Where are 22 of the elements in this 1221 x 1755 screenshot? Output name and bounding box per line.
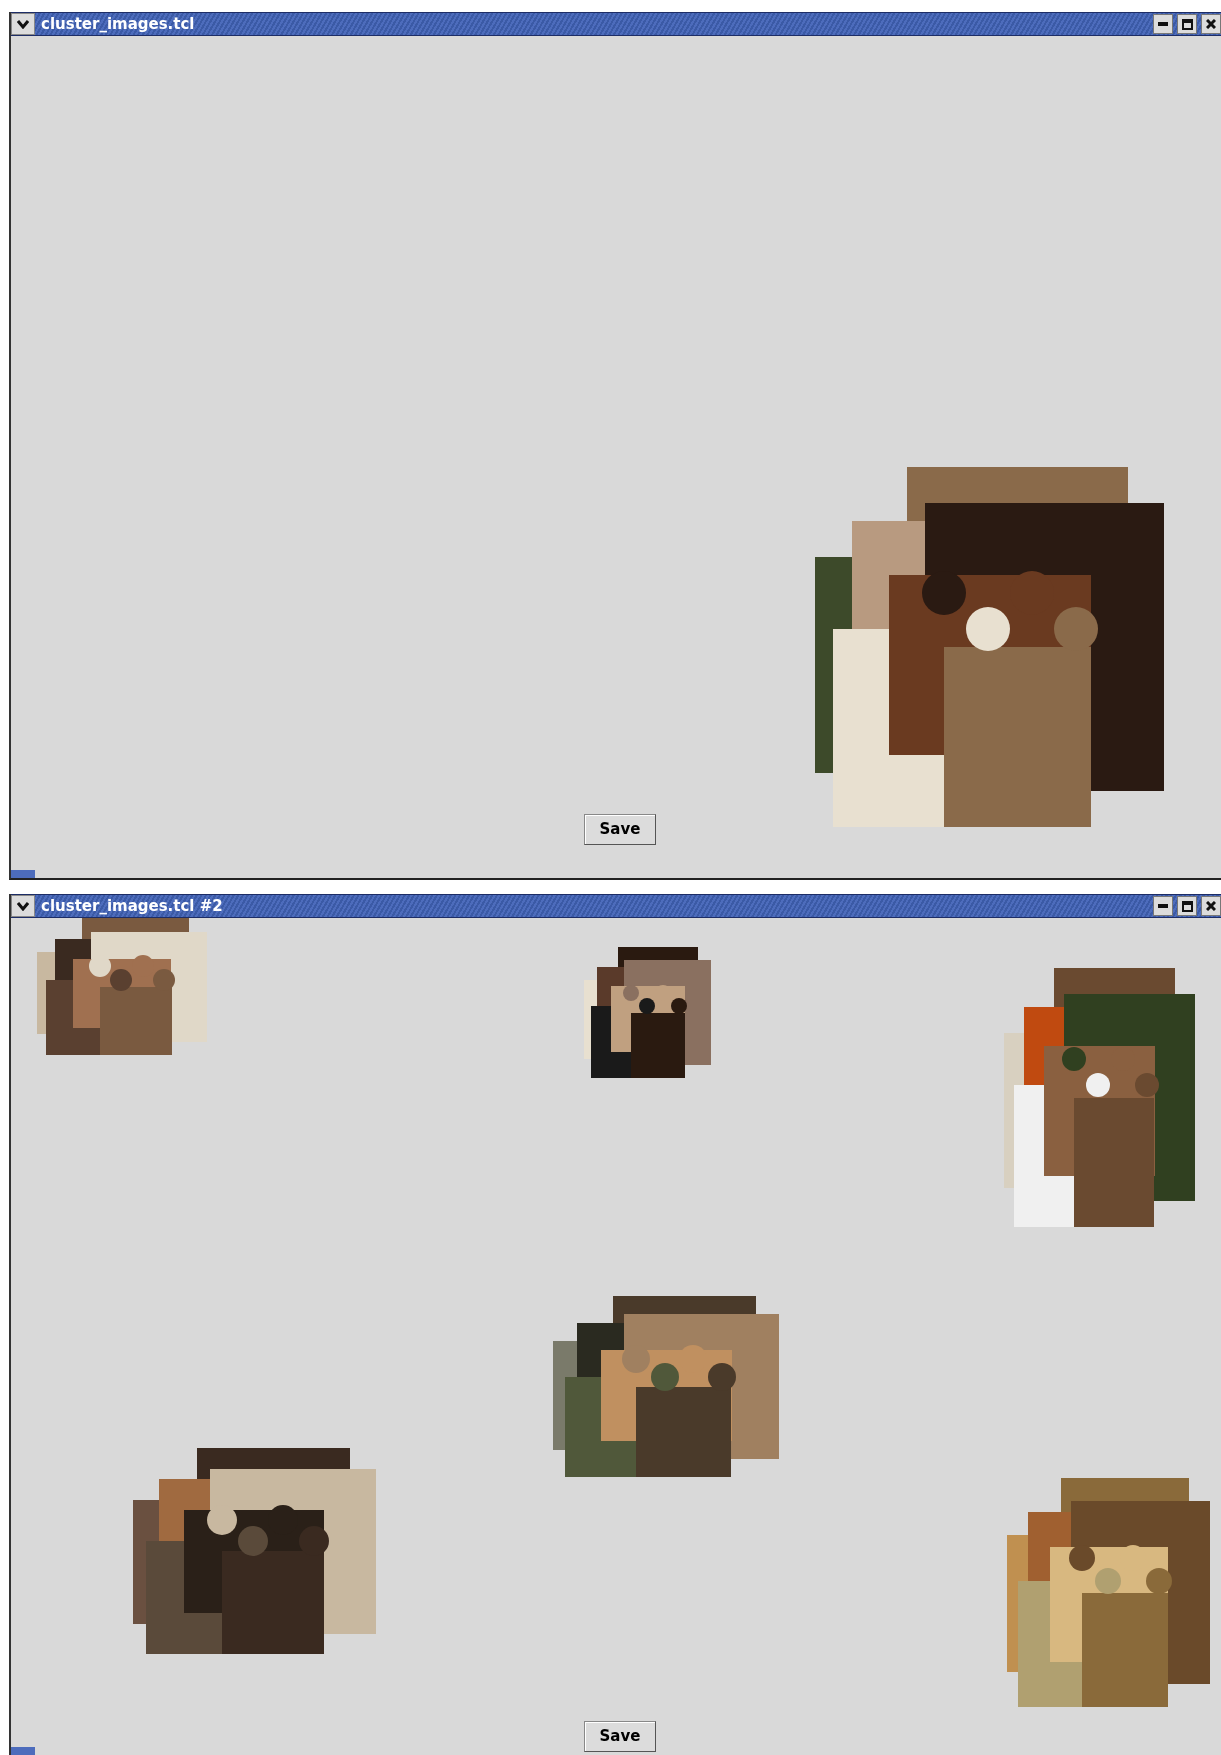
window-menu-button[interactable] <box>11 895 35 917</box>
window-title: cluster_images.tcl #2 <box>41 895 224 917</box>
save-button[interactable]: Save <box>584 1721 656 1752</box>
maximize-icon <box>1181 18 1193 30</box>
maximize-icon <box>1181 900 1193 912</box>
minimize-button[interactable] <box>1153 896 1173 916</box>
minimize-icon <box>1158 904 1168 908</box>
window-title: cluster_images.tcl <box>41 13 196 35</box>
menu-icon <box>17 901 29 911</box>
resize-grip[interactable] <box>11 1747 35 1755</box>
minimize-icon <box>1158 22 1168 26</box>
minimize-button[interactable] <box>1153 14 1173 34</box>
menu-icon <box>17 19 29 29</box>
maximize-button[interactable] <box>1177 14 1197 34</box>
window-menu-button[interactable] <box>11 13 35 35</box>
resize-grip[interactable] <box>11 870 35 878</box>
close-icon <box>1206 901 1216 911</box>
maximize-button[interactable] <box>1177 896 1197 916</box>
close-button[interactable] <box>1201 14 1221 34</box>
close-icon <box>1206 19 1216 29</box>
close-button[interactable] <box>1201 896 1221 916</box>
save-button[interactable]: Save <box>584 814 656 845</box>
